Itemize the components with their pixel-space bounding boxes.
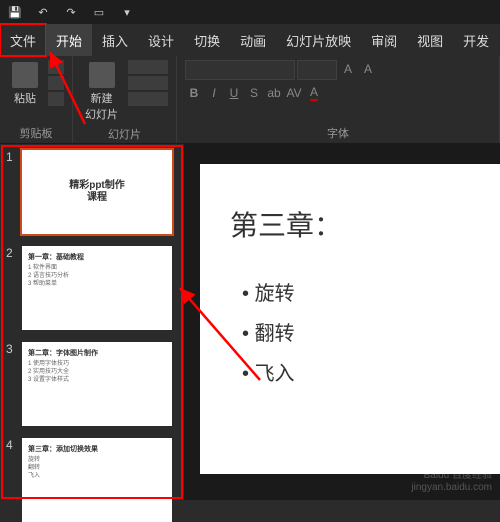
thumbnail-row[interactable]: 4 第三章：添加切换效果 旋转 翻转 飞入 xyxy=(6,438,178,522)
thumb-bullet: 1 软件界面 xyxy=(28,265,166,273)
font-size-select[interactable] xyxy=(297,60,337,80)
slide-bullet: • 飞入 xyxy=(242,354,480,394)
ribbon-group-font: A A B I U S ab AV A 字体 xyxy=(177,56,500,143)
thumb-subtitle: 第二章：字体图片制作 xyxy=(28,348,166,358)
dropdown-icon[interactable]: ▾ xyxy=(120,5,134,19)
menu-file[interactable]: 文件 xyxy=(0,24,46,56)
thumbnail-slide-1[interactable]: 精彩ppt制作 课程 xyxy=(22,150,172,234)
thumbnail-row[interactable]: 2 第一章：基础教程 1 软件界面 2 语言技巧分析 3 帮助菜单 xyxy=(6,246,178,330)
thumbnail-row[interactable]: 3 第二章：字体图片制作 1 使用字体技巧 2 实用技巧大全 3 设置字体样式 xyxy=(6,342,178,426)
thumb-bullet: 飞入 xyxy=(28,473,166,481)
paste-button[interactable]: 粘贴 xyxy=(8,60,42,108)
font-color-icon[interactable]: A xyxy=(305,84,323,102)
thumb-bullet: 1 使用字体技巧 xyxy=(28,361,166,369)
section-icon[interactable] xyxy=(128,92,168,106)
format-painter-icon[interactable] xyxy=(48,92,64,106)
copy-icon[interactable] xyxy=(48,76,64,90)
menu-insert[interactable]: 插入 xyxy=(92,24,138,56)
thumb-bullet: 3 帮助菜单 xyxy=(28,281,166,289)
thumb-bullet: 3 设置字体样式 xyxy=(28,377,166,385)
italic-icon[interactable]: I xyxy=(205,84,223,102)
workspace: 1 精彩ppt制作 课程 2 第一章：基础教程 1 软件界面 2 语言技巧分析 … xyxy=(0,144,500,500)
underline-icon[interactable]: U xyxy=(225,84,243,102)
menu-transitions[interactable]: 切换 xyxy=(184,24,230,56)
menu-developer[interactable]: 开发 xyxy=(453,24,499,56)
slides-group-label: 幻灯片 xyxy=(81,124,168,142)
strike-icon[interactable]: S xyxy=(245,84,263,102)
redo-icon[interactable]: ↷ xyxy=(64,5,78,19)
new-slide-icon xyxy=(89,62,115,88)
thumb-title: 精彩ppt制作 课程 xyxy=(69,180,125,204)
shadow-icon[interactable]: ab xyxy=(265,84,283,102)
paste-icon xyxy=(12,62,38,88)
menu-bar: 文件 开始 插入 设计 切换 动画 幻灯片放映 审阅 视图 开发 xyxy=(0,24,500,56)
menu-review[interactable]: 审阅 xyxy=(361,24,407,56)
thumb-number: 1 xyxy=(6,150,16,234)
slideshow-icon[interactable]: ▭ xyxy=(92,5,106,19)
paste-label: 粘贴 xyxy=(14,90,36,106)
thumbnail-slide-2[interactable]: 第一章：基础教程 1 软件界面 2 语言技巧分析 3 帮助菜单 xyxy=(22,246,172,330)
layout-icon[interactable] xyxy=(128,60,168,74)
clipboard-group-label: 剪贴板 xyxy=(8,123,64,141)
bold-icon[interactable]: B xyxy=(185,84,203,102)
menu-design[interactable]: 设计 xyxy=(138,24,184,56)
cut-icon[interactable] xyxy=(48,60,64,74)
thumb-number: 4 xyxy=(6,438,16,522)
increase-font-icon[interactable]: A xyxy=(339,60,357,78)
thumb-bullet: 翻转 xyxy=(28,465,166,473)
slide-editor-area[interactable]: 第三章： • 旋转 • 翻转 • 飞入 xyxy=(184,144,500,500)
menu-animations[interactable]: 动画 xyxy=(230,24,276,56)
thumb-number: 3 xyxy=(6,342,16,426)
slide-bullet: • 旋转 xyxy=(242,274,480,314)
ribbon-group-slides: 新建 幻灯片 幻灯片 xyxy=(73,56,177,143)
ribbon-group-clipboard: 粘贴 剪贴板 xyxy=(0,56,73,143)
new-slide-button[interactable]: 新建 幻灯片 xyxy=(81,60,122,124)
thumb-bullet: 2 实用技巧大全 xyxy=(28,369,166,377)
reset-icon[interactable] xyxy=(128,76,168,90)
thumb-number: 2 xyxy=(6,246,16,330)
thumb-subtitle: 第一章：基础教程 xyxy=(28,252,166,262)
slide-title[interactable]: 第三章： xyxy=(230,204,480,244)
thumbnail-slide-4[interactable]: 第三章：添加切换效果 旋转 翻转 飞入 xyxy=(22,438,172,522)
thumb-bullet: 旋转 xyxy=(28,457,166,465)
thumbnail-slide-3[interactable]: 第二章：字体图片制作 1 使用字体技巧 2 实用技巧大全 3 设置字体样式 xyxy=(22,342,172,426)
menu-slideshow[interactable]: 幻灯片放映 xyxy=(276,24,361,56)
slide-bullet: • 翻转 xyxy=(242,314,480,354)
menu-view[interactable]: 视图 xyxy=(407,24,453,56)
current-slide[interactable]: 第三章： • 旋转 • 翻转 • 飞入 xyxy=(200,164,500,474)
spacing-icon[interactable]: AV xyxy=(285,84,303,102)
font-family-select[interactable] xyxy=(185,60,295,80)
slide-body[interactable]: • 旋转 • 翻转 • 飞入 xyxy=(230,274,480,394)
save-icon[interactable]: 💾 xyxy=(8,5,22,19)
new-slide-label: 新建 幻灯片 xyxy=(85,90,118,122)
title-bar: 💾 ↶ ↷ ▭ ▾ xyxy=(0,0,500,24)
thumb-subtitle: 第三章：添加切换效果 xyxy=(28,444,166,454)
thumb-bullet: 2 语言技巧分析 xyxy=(28,273,166,281)
watermark: Baidu 百度经验 jingyan.baidu.com xyxy=(411,470,492,494)
font-group-label: 字体 xyxy=(185,123,491,141)
decrease-font-icon[interactable]: A xyxy=(359,60,377,78)
undo-icon[interactable]: ↶ xyxy=(36,5,50,19)
thumbnail-panel[interactable]: 1 精彩ppt制作 课程 2 第一章：基础教程 1 软件界面 2 语言技巧分析 … xyxy=(0,144,184,500)
thumbnail-row[interactable]: 1 精彩ppt制作 课程 xyxy=(6,150,178,234)
menu-home[interactable]: 开始 xyxy=(46,24,92,56)
ribbon: 粘贴 剪贴板 新建 幻灯片 幻灯片 xyxy=(0,56,500,144)
